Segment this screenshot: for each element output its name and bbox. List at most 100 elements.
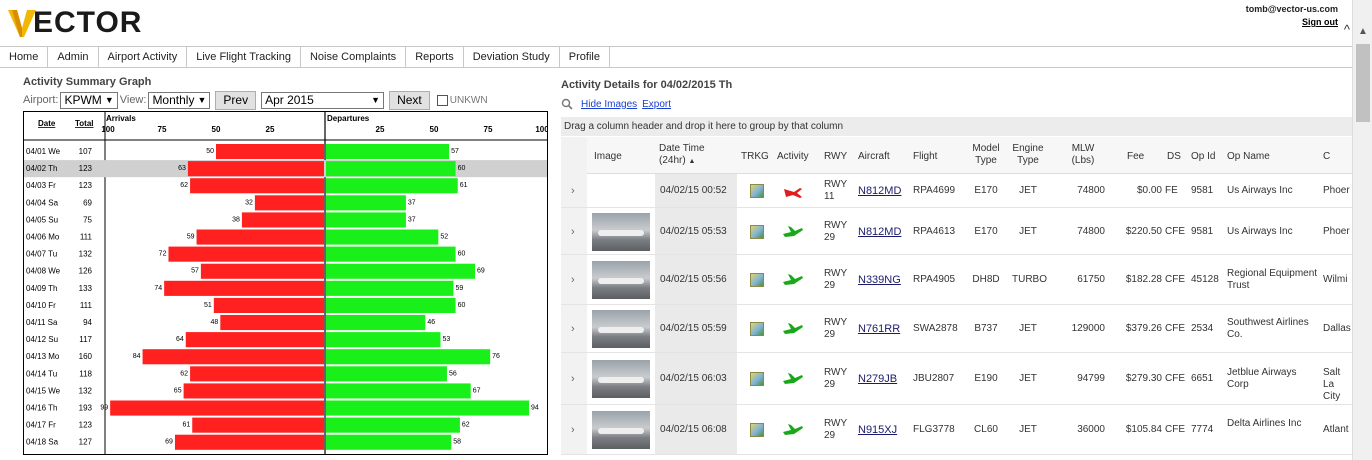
table-row[interactable]: › 04/02/15 00:52 RWY 11 N812MD RPA4699 E170 JE… xyxy=(561,174,1352,208)
departure-value-label: 76 xyxy=(492,353,500,360)
nav-admin[interactable]: Admin xyxy=(48,47,99,67)
arrival-value-label: 65 xyxy=(174,387,182,394)
arrival-bar xyxy=(168,246,324,262)
fee-cell: $0.00 xyxy=(1136,185,1162,196)
track-map-icon[interactable] xyxy=(750,184,764,198)
sign-out-link[interactable]: Sign out xyxy=(1246,17,1338,27)
scroll-up-arrow-icon[interactable]: ▲ xyxy=(1358,26,1368,37)
nav-profile[interactable]: Profile xyxy=(560,47,610,67)
aircraft-link[interactable]: N812MD xyxy=(858,226,901,238)
col-op-name[interactable]: Op Name xyxy=(1227,151,1270,163)
aircraft-link[interactable]: N279JB xyxy=(858,373,897,385)
op-id-cell: 2534 xyxy=(1191,323,1214,334)
expand-row-button[interactable]: › xyxy=(561,255,587,304)
aircraft-thumbnail[interactable] xyxy=(592,213,650,251)
col-image[interactable]: Image xyxy=(594,151,622,163)
departure-bar xyxy=(326,400,530,416)
table-row[interactable]: › 04/02/15 05:59 RWY 29 N761RR SWA2878 B737 JE… xyxy=(561,305,1352,353)
arrival-bar xyxy=(241,212,324,228)
col-trkg[interactable]: TRKG xyxy=(741,151,769,163)
track-map-icon[interactable] xyxy=(750,372,764,386)
total-value: 111 xyxy=(80,301,93,310)
col-activity[interactable]: Activity xyxy=(777,151,809,163)
flight-cell: FLG3778 xyxy=(913,424,955,435)
col-model-type[interactable]: Model Type xyxy=(970,143,1002,167)
nav-reports[interactable]: Reports xyxy=(406,47,464,67)
arrival-bar xyxy=(174,434,324,450)
table-row[interactable]: › 04/02/15 06:08 RWY 29 N915XJ FLG3778 CL60 JE… xyxy=(561,405,1352,455)
scrollbar-thumb[interactable] xyxy=(1356,44,1370,122)
expand-row-button[interactable]: › xyxy=(561,208,587,254)
col-engine-type[interactable]: Engine Type xyxy=(1012,143,1044,167)
departure-plane-icon xyxy=(782,371,804,390)
col-rwy[interactable]: RWY xyxy=(824,151,847,163)
aircraft-link[interactable]: N339NG xyxy=(858,274,901,286)
datetime-cell: 04/02/15 05:56 xyxy=(660,274,727,285)
expand-row-button[interactable]: › xyxy=(561,305,587,352)
track-map-icon[interactable] xyxy=(750,322,764,336)
fee-cell: $105.84 xyxy=(1125,424,1162,435)
nav-live-flight-tracking[interactable]: Live Flight Tracking xyxy=(187,47,301,67)
expand-row-button[interactable]: › xyxy=(561,405,587,454)
aircraft-thumbnail[interactable] xyxy=(592,310,650,348)
nav-airport-activity[interactable]: Airport Activity xyxy=(99,47,188,67)
col-fee[interactable]: Fee xyxy=(1127,151,1144,163)
departure-bar xyxy=(326,383,471,399)
engine-cell: TURBO xyxy=(1012,274,1047,285)
departure-value-label: 59 xyxy=(455,285,463,292)
departure-tick-label: 50 xyxy=(430,125,439,134)
engine-cell: JET xyxy=(1019,424,1037,435)
col-op-id[interactable]: Op Id xyxy=(1191,151,1215,163)
col-datetime[interactable]: Date Time (24hr) ▲ xyxy=(659,143,721,168)
scroll-up-chevron-icon[interactable]: ^ xyxy=(1344,22,1350,37)
vector-v-icon xyxy=(8,10,36,37)
aircraft-link[interactable]: N915XJ xyxy=(858,424,897,436)
aircraft-thumbnail[interactable] xyxy=(592,360,650,398)
track-map-icon[interactable] xyxy=(750,225,764,239)
nav-home[interactable]: Home xyxy=(0,47,49,67)
activity-summary-chart: Date Total Arrivals Departures 100 75 50 25 25 50… xyxy=(23,111,548,455)
airport-select[interactable]: KPWM ▼ xyxy=(60,91,118,109)
col-aircraft[interactable]: Aircraft xyxy=(858,151,890,163)
col-mlw[interactable]: MLW (Lbs) xyxy=(1066,143,1100,167)
departure-value-label: 60 xyxy=(458,251,466,258)
mlw-cell: 94799 xyxy=(1077,373,1105,384)
runway-cell: RWY 11 xyxy=(824,179,847,202)
unkwn-checkbox[interactable] xyxy=(436,94,448,106)
city-cell: Wilmi xyxy=(1323,274,1348,285)
date-label: 04/18 Sa xyxy=(26,438,59,447)
nav-noise-complaints[interactable]: Noise Complaints xyxy=(301,47,407,67)
table-row[interactable]: › 04/02/15 06:03 RWY 29 N279JB JBU2807 E190 JE… xyxy=(561,353,1352,405)
col-city[interactable]: C xyxy=(1323,151,1330,163)
export-link[interactable]: Export xyxy=(642,99,671,110)
arrival-value-label: 62 xyxy=(180,370,188,377)
table-row[interactable]: › 04/02/15 05:56 RWY 29 N339NG RPA4905 DH8D TU… xyxy=(561,255,1352,305)
arrival-bar xyxy=(196,229,324,245)
arrival-value-label: 51 xyxy=(204,302,212,309)
next-button[interactable]: Next xyxy=(389,90,430,110)
col-ds[interactable]: DS xyxy=(1167,151,1181,163)
table-row[interactable]: › 04/02/15 05:53 RWY 29 N812MD RPA4613 E170 JE… xyxy=(561,208,1352,255)
hide-images-link[interactable]: Hide Images xyxy=(581,99,637,110)
runway-cell: RWY 29 xyxy=(824,418,847,441)
aircraft-link[interactable]: N812MD xyxy=(858,185,901,197)
departure-value-label: 61 xyxy=(460,182,468,189)
aircraft-link[interactable]: N761RR xyxy=(858,323,900,335)
nav-deviation-study[interactable]: Deviation Study xyxy=(464,47,560,67)
aircraft-thumbnail[interactable] xyxy=(592,411,650,449)
page-scrollbar[interactable]: ▲ xyxy=(1352,0,1372,460)
prev-button[interactable]: Prev xyxy=(215,90,257,110)
mlw-cell: 36000 xyxy=(1077,424,1105,435)
expand-row-button[interactable]: › xyxy=(561,174,587,207)
group-by-bar[interactable]: Drag a column header and drop it here to… xyxy=(561,117,1352,136)
track-map-icon[interactable] xyxy=(750,273,764,287)
view-select[interactable]: Monthly ▼ xyxy=(148,91,211,109)
expand-row-button[interactable]: › xyxy=(561,353,587,404)
track-map-icon[interactable] xyxy=(750,423,764,437)
col-flight[interactable]: Flight xyxy=(913,151,937,163)
arrival-value-label: 64 xyxy=(176,336,184,343)
city-cell: Salt La City xyxy=(1323,367,1341,402)
vector-logo[interactable]: ECTOR xyxy=(8,6,142,40)
aircraft-thumbnail[interactable] xyxy=(592,261,650,299)
month-select[interactable]: Apr 2015 ▼ xyxy=(261,91,385,109)
